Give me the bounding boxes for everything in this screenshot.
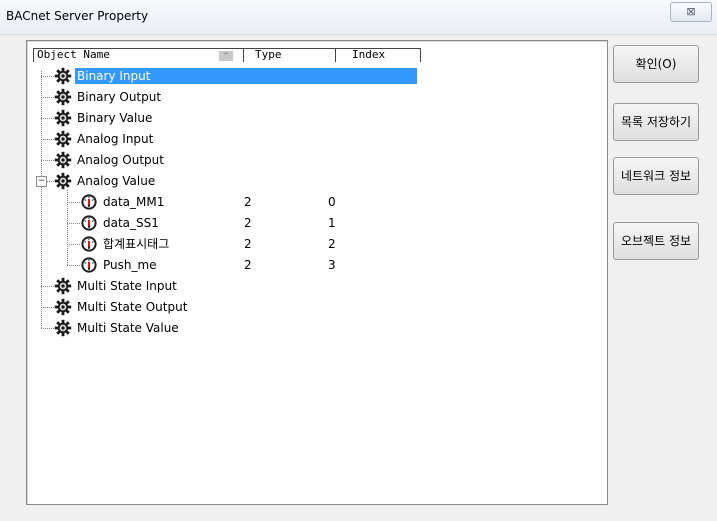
tree-item-label: Push_me — [103, 258, 157, 272]
save-list-button[interactable]: 목록 저장하기 — [613, 103, 699, 141]
tree-guide-line — [41, 76, 54, 77]
type-value: 2 — [244, 216, 252, 230]
gear-icon — [54, 88, 72, 106]
index-value: 0 — [328, 195, 336, 209]
tree-guide-line — [41, 71, 42, 328]
type-value: 2 — [244, 195, 252, 209]
tree-item-label: Multi State Value — [77, 321, 179, 335]
close-icon: ⊠ — [686, 5, 696, 18]
gauge-icon — [80, 193, 98, 211]
tree-guide-line — [41, 307, 54, 308]
tree-guide-line — [41, 118, 54, 119]
tree-item-category[interactable]: Analog Output — [27, 150, 607, 170]
tree-item-label: Analog Output — [77, 153, 164, 167]
tree-body: Binary Input Binary Output Binary Value Ana… — [27, 41, 607, 504]
tree-item-object[interactable]: Push_me 2 3 — [27, 255, 607, 275]
gear-icon — [54, 109, 72, 127]
type-value: 2 — [244, 237, 252, 251]
title-bar: BACnet Server Property ⊠ — [0, 0, 717, 35]
tree-item-category[interactable]: Analog Value — [27, 171, 607, 191]
tree-item-object[interactable]: data_SS1 2 1 — [27, 213, 607, 233]
tree-item-label: Binary Input — [75, 68, 417, 84]
tree-item-object[interactable]: data_MM1 2 0 — [27, 192, 607, 212]
tree-item-label: Analog Value — [77, 174, 156, 188]
gear-icon — [54, 151, 72, 169]
close-button[interactable]: ⊠ — [670, 2, 712, 22]
window-title: BACnet Server Property — [6, 9, 149, 23]
network-info-button[interactable]: 네트워크 정보 — [613, 157, 699, 195]
gear-icon — [54, 67, 72, 85]
tree-guide-line — [41, 139, 54, 140]
tree-item-label: Analog Input — [77, 132, 154, 146]
tree-item-label: Multi State Input — [77, 279, 177, 293]
tree-guide-line — [41, 328, 54, 329]
tree-item-label: Multi State Output — [77, 300, 188, 314]
gear-icon — [54, 130, 72, 148]
gauge-icon — [80, 214, 98, 232]
tree-item-label: 합계표시태그 — [103, 237, 170, 251]
object-tree-list[interactable]: Object Name ^ Type Index Binary Input Bin… — [26, 40, 608, 505]
tree-item-label: data_SS1 — [103, 216, 159, 230]
index-value: 2 — [328, 237, 336, 251]
tree-guide-line — [67, 244, 80, 245]
tree-item-category[interactable]: Multi State Value — [27, 318, 607, 338]
tree-guide-line — [41, 286, 54, 287]
tree-item-category[interactable]: Multi State Output — [27, 297, 607, 317]
tree-guide-line — [67, 223, 80, 224]
tree-item-category[interactable]: Multi State Input — [27, 276, 607, 296]
gear-icon — [54, 277, 72, 295]
tree-item-label: data_MM1 — [103, 195, 165, 209]
type-value: 2 — [244, 258, 252, 272]
gauge-icon — [80, 235, 98, 253]
tree-guide-line — [41, 97, 54, 98]
index-value: 1 — [328, 216, 336, 230]
tree-item-category[interactable]: Binary Value — [27, 108, 607, 128]
tree-guide-line — [67, 190, 68, 265]
ok-button[interactable]: 확인(O) — [613, 45, 699, 83]
tree-item-category[interactable]: Binary Output — [27, 87, 607, 107]
gear-icon — [54, 172, 72, 190]
tree-guide-line — [41, 160, 54, 161]
gear-icon — [54, 319, 72, 337]
gear-icon — [54, 298, 72, 316]
tree-guide-line — [67, 202, 80, 203]
tree-item-object[interactable]: 합계표시태그 2 2 — [27, 234, 607, 254]
collapse-toggle-icon[interactable]: − — [36, 176, 47, 187]
index-value: 3 — [328, 258, 336, 272]
tree-guide-line — [67, 265, 80, 266]
tree-item-category[interactable]: Binary Input — [27, 66, 607, 86]
object-info-button[interactable]: 오브젝트 정보 — [613, 222, 699, 260]
tree-item-category[interactable]: Analog Input — [27, 129, 607, 149]
tree-item-label: Binary Value — [77, 111, 153, 125]
gauge-icon — [80, 256, 98, 274]
tree-item-label: Binary Output — [77, 90, 162, 104]
